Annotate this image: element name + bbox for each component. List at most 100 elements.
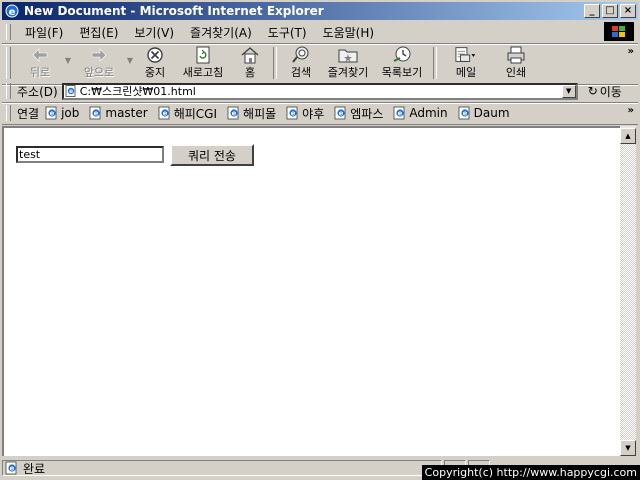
link-label: 해피CGI — [173, 106, 218, 121]
link-happycgi[interactable]: e 해피CGI — [158, 105, 217, 122]
link-label: master — [105, 106, 148, 120]
browser-window: e New Document - Microsoft Internet Expl… — [0, 0, 640, 480]
menu-view[interactable]: 보기(V) — [126, 24, 182, 41]
favorites-button[interactable]: 즐겨찾기 — [321, 44, 375, 82]
menu-file[interactable]: 파일(F) — [17, 24, 71, 41]
page-content: 쿼리 전송 — [2, 126, 620, 456]
mail-icon — [455, 46, 477, 64]
query-input[interactable] — [16, 146, 164, 163]
stop-icon — [144, 46, 166, 64]
menu-grip — [6, 24, 11, 40]
favorites-label: 즐겨찾기 — [327, 66, 369, 79]
home-label: 홈 — [244, 66, 256, 79]
link-label: Daum — [473, 106, 510, 120]
window-title: New Document - Microsoft Internet Explor… — [24, 4, 324, 18]
submit-query-button[interactable]: 쿼리 전송 — [170, 144, 254, 166]
minimize-button[interactable]: _ — [584, 4, 600, 18]
ie-page-icon: e — [227, 106, 239, 120]
svg-text:e: e — [9, 7, 16, 18]
refresh-label: 새로고침 — [182, 66, 224, 79]
address-label: 주소(D) — [17, 84, 58, 99]
link-label: 해피몰 — [243, 106, 277, 121]
menu-bar: 파일(F) 편집(E) 보기(V) 즐겨찾기(A) 도구(T) 도움말(H) — [2, 21, 638, 44]
svg-text:e: e — [50, 110, 55, 118]
forward-label: 앞으로 — [83, 66, 115, 79]
page-icon: e — [65, 85, 76, 97]
search-icon — [290, 46, 312, 64]
toolbar-separator — [433, 47, 437, 79]
menu-edit[interactable]: 편집(E) — [71, 24, 126, 41]
svg-text:e: e — [291, 110, 296, 118]
menu-help[interactable]: 도움말(H) — [315, 24, 383, 41]
history-icon — [391, 46, 413, 64]
link-master[interactable]: e master — [89, 106, 148, 120]
svg-text:e: e — [69, 88, 73, 95]
ie-page-icon: e — [286, 106, 298, 120]
toolbar-more-chevron-icon[interactable]: » — [628, 46, 634, 57]
stop-button[interactable]: 중지 — [135, 44, 175, 82]
search-label: 검색 — [290, 66, 312, 79]
svg-text:e: e — [94, 110, 99, 118]
scroll-up-icon[interactable]: ▲ — [620, 128, 636, 144]
ie-page-icon: e — [334, 106, 346, 120]
printer-icon — [505, 46, 527, 64]
print-label: 인쇄 — [505, 66, 527, 79]
links-bar: 연결 e job e master e 해피CGI e 해피몰 e 야후 e 엠… — [2, 102, 638, 125]
link-empas[interactable]: e 엠파스 — [334, 105, 383, 122]
link-label: 야후 — [302, 106, 325, 121]
svg-text:e: e — [339, 110, 344, 118]
windows-logo-icon — [604, 22, 634, 41]
back-label: 뒤로 — [29, 66, 51, 79]
refresh-icon — [192, 46, 214, 64]
link-daum[interactable]: e Daum — [458, 106, 510, 120]
link-job[interactable]: e job — [45, 106, 79, 120]
ie-page-icon: e — [89, 106, 101, 120]
close-button[interactable]: × — [620, 4, 636, 18]
svg-text:e: e — [462, 110, 467, 118]
svg-text:e: e — [10, 465, 15, 473]
vertical-scrollbar[interactable]: ▲ ▼ — [620, 126, 636, 456]
address-grip — [6, 83, 11, 99]
status-panel: e 완료 — [2, 460, 442, 476]
back-button[interactable]: 뒤로 — [17, 44, 63, 82]
address-input[interactable]: e C:₩스크린샷₩01.html ▼ — [61, 82, 578, 100]
address-dropdown-icon[interactable]: ▼ — [561, 84, 576, 98]
link-yahoo[interactable]: e 야후 — [286, 105, 324, 122]
home-button[interactable]: 홈 — [231, 44, 269, 82]
links-more-chevron-icon[interactable]: » — [628, 105, 634, 116]
scroll-track[interactable] — [620, 144, 636, 440]
link-label: job — [61, 106, 80, 120]
history-button[interactable]: 목록보기 — [375, 44, 429, 82]
scroll-down-icon[interactable]: ▼ — [620, 440, 636, 456]
print-button[interactable]: 인쇄 — [491, 44, 541, 82]
forward-button[interactable]: 앞으로 — [73, 44, 125, 82]
toolbar-grip — [6, 47, 11, 79]
status-text: 완료 — [23, 461, 46, 476]
menu-favorites[interactable]: 즐겨찾기(A) — [182, 24, 260, 41]
title-bar[interactable]: e New Document - Microsoft Internet Expl… — [2, 2, 638, 20]
link-admin[interactable]: e Admin — [393, 106, 448, 120]
menu-tools[interactable]: 도구(T) — [260, 24, 315, 41]
forward-dropdown-icon[interactable]: ▼ — [125, 44, 135, 65]
history-label: 목록보기 — [381, 66, 423, 79]
mail-button[interactable]: 메일 — [441, 44, 491, 82]
go-arrow-icon: ↻ — [587, 84, 598, 98]
maximize-button[interactable]: □ — [602, 4, 618, 18]
address-url: C:₩스크린샷₩01.html — [79, 85, 196, 98]
mail-label: 메일 — [455, 66, 477, 79]
go-button[interactable]: ↻ 이동 — [588, 83, 622, 100]
ie-page-icon: e — [5, 461, 17, 475]
go-label: 이동 — [599, 84, 622, 99]
link-label: 엠파스 — [350, 106, 384, 121]
back-arrow-icon — [29, 46, 51, 64]
back-dropdown-icon[interactable]: ▼ — [63, 44, 73, 65]
svg-text:e: e — [232, 110, 237, 118]
link-happymall[interactable]: e 해피몰 — [227, 105, 276, 122]
forward-arrow-icon — [88, 46, 110, 64]
search-button[interactable]: 검색 — [281, 44, 321, 82]
refresh-button[interactable]: 새로고침 — [175, 44, 231, 82]
stop-label: 중지 — [144, 66, 166, 79]
ie-page-icon: e — [393, 106, 405, 120]
ie-page-icon: e — [458, 106, 470, 120]
copyright-watermark: Copyright(c) http://www.happycgi.com — [421, 465, 640, 480]
